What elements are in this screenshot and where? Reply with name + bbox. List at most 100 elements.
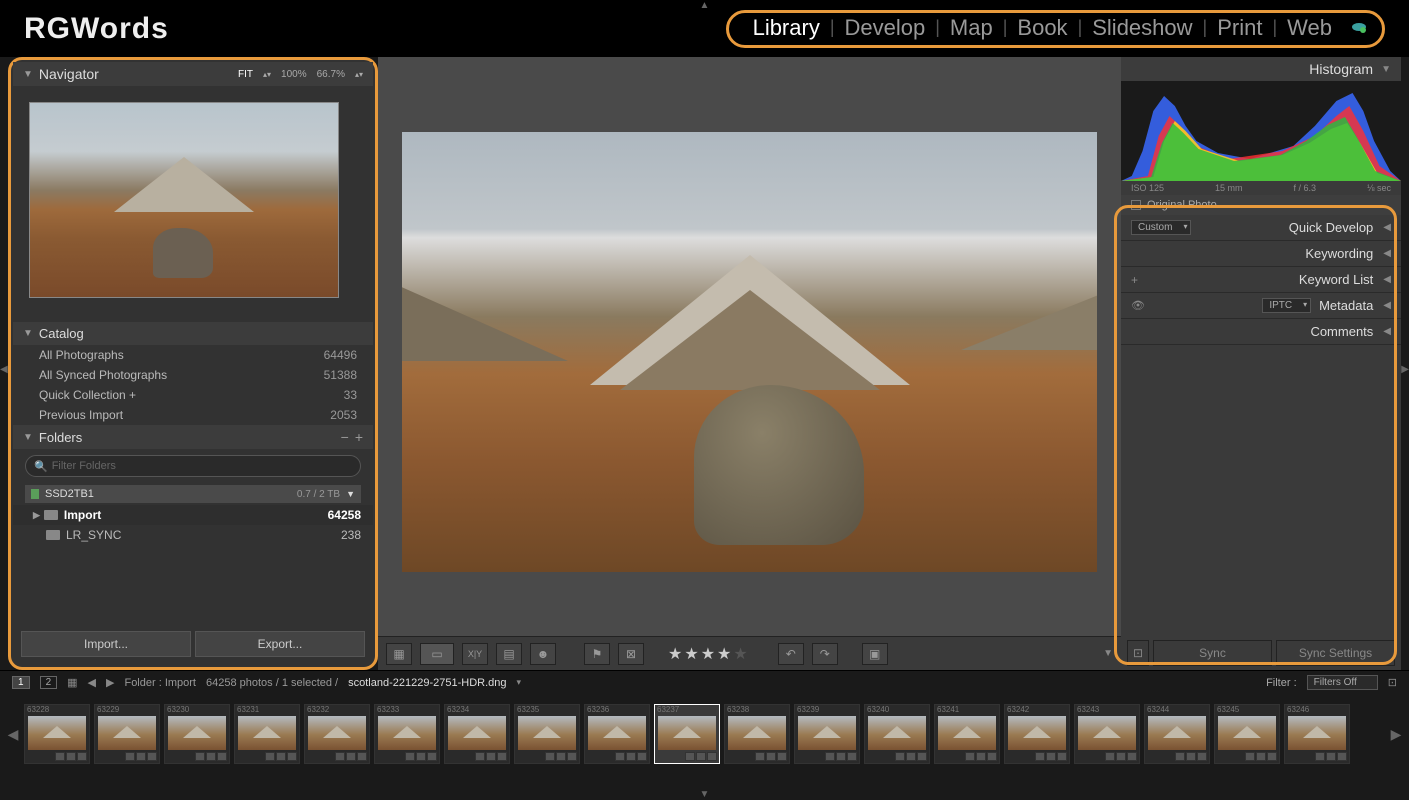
- go-back-icon[interactable]: ◀: [88, 676, 96, 689]
- left-panel-toggle[interactable]: ◀: [0, 364, 8, 375]
- filmstrip-thumbnail[interactable]: 63228: [24, 704, 90, 764]
- filter-select[interactable]: Filters Off: [1307, 675, 1378, 690]
- badge-icon: [346, 752, 356, 761]
- add-keyword-icon[interactable]: +: [1131, 273, 1138, 287]
- filmstrip-thumbnail[interactable]: 63244: [1144, 704, 1210, 764]
- catalog-item[interactable]: All Photographs64496: [13, 345, 373, 365]
- face-region-button[interactable]: ▣: [862, 643, 888, 665]
- rotate-cw-button[interactable]: ↷: [812, 643, 838, 665]
- compare-view-button[interactable]: X|Y: [462, 643, 488, 665]
- filmstrip-thumbnail[interactable]: 63243: [1074, 704, 1140, 764]
- module-library[interactable]: Library: [743, 15, 830, 41]
- filmstrip-thumbnail[interactable]: 63234: [444, 704, 510, 764]
- remove-folder-icon[interactable]: −: [341, 429, 349, 445]
- breadcrumb-menu-icon[interactable]: ▾: [517, 677, 522, 688]
- filmstrip-thumbnail[interactable]: 63235: [514, 704, 580, 764]
- folders-header[interactable]: ▼ Folders − +: [13, 425, 373, 449]
- module-web[interactable]: Web: [1277, 15, 1342, 41]
- bottom-expand-arrow[interactable]: ▼: [700, 789, 710, 800]
- breadcrumb-filename[interactable]: scotland-221229-2751-HDR.dng: [348, 677, 506, 689]
- filmstrip-thumbnail[interactable]: 63231: [234, 704, 300, 764]
- import-button[interactable]: Import...: [21, 631, 191, 657]
- folder-item[interactable]: ▶Import64258: [13, 505, 373, 525]
- filter-lock-icon[interactable]: ⊡: [1388, 676, 1397, 689]
- folder-item[interactable]: LR_SYNC238: [13, 525, 373, 545]
- filmstrip-thumbnail[interactable]: 63238: [724, 704, 790, 764]
- keyword-list-header[interactable]: + Keyword List ◀: [1121, 267, 1401, 293]
- histogram-header[interactable]: Histogram ▼: [1121, 57, 1401, 81]
- filmstrip-scroll-left[interactable]: ◀: [6, 726, 20, 743]
- folder-expand-icon[interactable]: ▶: [33, 510, 40, 521]
- zoom-100[interactable]: 100%: [281, 69, 307, 80]
- badge-icon: [1057, 752, 1067, 761]
- comments-title: Comments: [1310, 324, 1373, 339]
- catalog-item[interactable]: Quick Collection +33: [13, 385, 373, 405]
- filmstrip-thumbnail[interactable]: 63239: [794, 704, 860, 764]
- keywording-header[interactable]: Keywording ◀: [1121, 241, 1401, 267]
- filmstrip-scroll-right[interactable]: ▶: [1389, 726, 1403, 743]
- survey-view-button[interactable]: ▤: [496, 643, 522, 665]
- filmstrip-thumbnail[interactable]: 63242: [1004, 704, 1070, 764]
- histogram-display[interactable]: [1121, 81, 1401, 181]
- rating-stars[interactable]: ★★★★★: [668, 644, 750, 664]
- module-book[interactable]: Book: [1007, 15, 1077, 41]
- export-button[interactable]: Export...: [195, 631, 365, 657]
- rotate-ccw-button[interactable]: ↶: [778, 643, 804, 665]
- original-checkbox[interactable]: [1131, 200, 1141, 210]
- metadata-preset[interactable]: IPTC: [1262, 298, 1311, 313]
- navigator-header[interactable]: ▼ Navigator FIT▴▾ 100% 66.7%▴▾: [13, 62, 373, 86]
- people-view-button[interactable]: ☻: [530, 643, 556, 665]
- filmstrip-thumbnail[interactable]: 63246: [1284, 704, 1350, 764]
- drive-menu-icon[interactable]: ▼: [346, 489, 355, 499]
- sync-button[interactable]: Sync: [1153, 640, 1272, 666]
- filmstrip-thumbnail[interactable]: 63233: [374, 704, 440, 764]
- quick-develop-preset[interactable]: Custom: [1131, 220, 1191, 235]
- metadata-header[interactable]: 👁 IPTC Metadata ◀: [1121, 293, 1401, 319]
- toolbar-menu[interactable]: ▼: [1103, 648, 1113, 659]
- sync-lock-button[interactable]: ⊡: [1127, 640, 1149, 666]
- top-expand-arrow[interactable]: ▲: [700, 0, 710, 11]
- quick-develop-header[interactable]: Custom Quick Develop ◀: [1121, 215, 1401, 241]
- module-slideshow[interactable]: Slideshow: [1082, 15, 1202, 41]
- drive-row[interactable]: SSD2TB1 0.7 / 2 TB ▼: [25, 485, 361, 503]
- filmstrip-thumbnail[interactable]: 63236: [584, 704, 650, 764]
- go-forward-icon[interactable]: ▶: [106, 676, 114, 689]
- metadata-eye-icon[interactable]: 👁: [1131, 299, 1145, 312]
- filmstrip-thumbnail[interactable]: 63240: [864, 704, 930, 764]
- catalog-item[interactable]: Previous Import2053: [13, 405, 373, 425]
- badge-icon: [836, 752, 846, 761]
- breadcrumb-source[interactable]: Folder : Import: [124, 677, 196, 689]
- module-print[interactable]: Print: [1207, 15, 1272, 41]
- grid-view-button[interactable]: ▦: [386, 643, 412, 665]
- catalog-header[interactable]: ▼ Catalog: [13, 322, 373, 345]
- monitor-1-button[interactable]: 1: [12, 676, 30, 689]
- filmstrip-thumbnail[interactable]: 63230: [164, 704, 230, 764]
- navigator-thumbnail[interactable]: [29, 102, 339, 298]
- original-photo-row[interactable]: Original Photo: [1121, 195, 1401, 215]
- loupe-view-button[interactable]: ▭: [420, 643, 454, 665]
- filmstrip-thumbnail[interactable]: 63232: [304, 704, 370, 764]
- zoom-fit[interactable]: FIT: [238, 69, 253, 80]
- module-map[interactable]: Map: [940, 15, 1003, 41]
- grid-shortcut-icon[interactable]: ▦: [67, 676, 77, 689]
- cloud-sync-icon[interactable]: [1350, 19, 1368, 36]
- monitor-2-button[interactable]: 2: [40, 676, 58, 689]
- folder-filter-input[interactable]: 🔍 Filter Folders: [25, 455, 361, 477]
- filmstrip-thumbnail[interactable]: 63241: [934, 704, 1000, 764]
- badge-icon: [1186, 752, 1196, 761]
- add-folder-icon[interactable]: +: [355, 429, 363, 445]
- sync-settings-button[interactable]: Sync Settings: [1276, 640, 1395, 666]
- loupe-viewer[interactable]: [378, 57, 1121, 636]
- filmstrip-thumbnail[interactable]: 63245: [1214, 704, 1280, 764]
- filmstrip-thumbnail[interactable]: 63237★★★★: [654, 704, 720, 764]
- flag-reject-button[interactable]: ⊠: [618, 643, 644, 665]
- flag-pick-button[interactable]: ⚑: [584, 643, 610, 665]
- thumb-index: 63236: [587, 705, 609, 714]
- catalog-item[interactable]: All Synced Photographs51388: [13, 365, 373, 385]
- right-panel-toggle[interactable]: ▶: [1401, 364, 1409, 375]
- zoom-custom[interactable]: 66.7%: [317, 69, 345, 80]
- comments-header[interactable]: Comments ◀: [1121, 319, 1401, 345]
- filmstrip-thumbnail[interactable]: 63229: [94, 704, 160, 764]
- module-develop[interactable]: Develop: [835, 15, 936, 41]
- badge-icon: [777, 752, 787, 761]
